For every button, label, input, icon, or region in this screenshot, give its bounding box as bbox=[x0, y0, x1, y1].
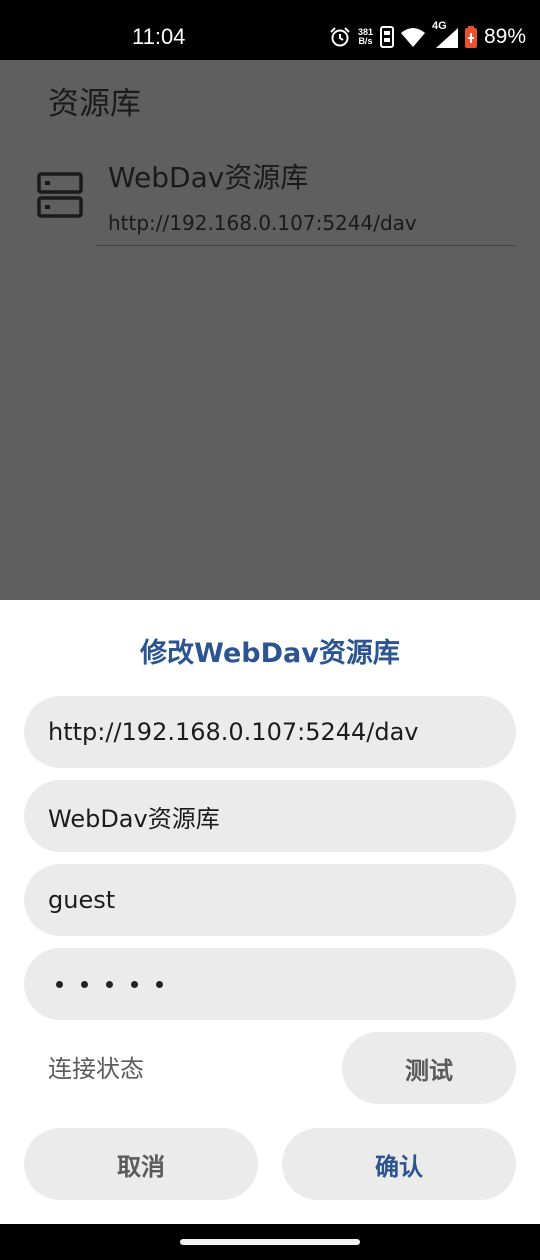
test-button[interactable]: 测试 bbox=[342, 1032, 516, 1104]
library-item-url: http://192.168.0.107:5244/dav bbox=[108, 211, 417, 235]
dialog-title: 修改WebDav资源库 bbox=[140, 638, 400, 669]
password-dot bbox=[106, 980, 113, 988]
battery-icon bbox=[464, 26, 477, 48]
cancel-button-label: 取消 bbox=[117, 1152, 165, 1181]
navigation-bar bbox=[0, 1224, 540, 1260]
net-speed-unit: B/s bbox=[358, 36, 373, 46]
test-button-label: 测试 bbox=[405, 1056, 453, 1085]
password-dot bbox=[56, 980, 63, 988]
server-icon bbox=[37, 172, 83, 218]
password-dot bbox=[131, 980, 138, 988]
username-field-value: guest bbox=[48, 886, 116, 914]
page-title: 资源库 bbox=[48, 86, 141, 122]
password-field[interactable] bbox=[24, 948, 516, 1020]
library-screen: 资源库 WebDav资源库 http://192.168.0.107:5244/… bbox=[0, 60, 540, 600]
name-field-value: WebDav资源库 bbox=[48, 804, 220, 833]
password-dot bbox=[81, 980, 88, 988]
net-speed-indicator: 381 B/s bbox=[358, 28, 373, 46]
alarm-icon bbox=[330, 27, 350, 47]
home-gesture-handle[interactable] bbox=[180, 1239, 360, 1245]
library-item[interactable]: WebDav资源库 http://192.168.0.107:5244/dav bbox=[0, 152, 540, 247]
status-icons: 381 B/s 4G 89% bbox=[329, 20, 526, 50]
url-field[interactable]: http://192.168.0.107:5244/dav bbox=[24, 696, 516, 768]
connection-status-label: 连接状态 bbox=[48, 1055, 144, 1083]
divider bbox=[96, 245, 516, 246]
cell-signal-icon bbox=[435, 28, 458, 48]
status-bar: 11:04 381 B/s 4G 89% bbox=[0, 0, 540, 60]
confirm-button[interactable]: 确认 bbox=[282, 1128, 516, 1200]
username-field[interactable]: guest bbox=[24, 864, 516, 936]
edit-webdav-dialog: 修改WebDav资源库 http://192.168.0.107:5244/da… bbox=[0, 600, 540, 1224]
sim-icon bbox=[379, 26, 394, 48]
name-field[interactable]: WebDav资源库 bbox=[24, 780, 516, 852]
url-field-value: http://192.168.0.107:5244/dav bbox=[48, 718, 419, 746]
status-time: 11:04 bbox=[132, 24, 186, 49]
cancel-button[interactable]: 取消 bbox=[24, 1128, 258, 1200]
battery-percent: 89% bbox=[483, 25, 526, 48]
wifi-icon bbox=[400, 28, 425, 47]
library-item-name: WebDav资源库 bbox=[108, 161, 309, 194]
cell-signal-group: 4G bbox=[432, 20, 458, 48]
password-mask bbox=[48, 980, 163, 988]
confirm-button-label: 确认 bbox=[375, 1152, 423, 1181]
password-dot bbox=[156, 980, 163, 988]
